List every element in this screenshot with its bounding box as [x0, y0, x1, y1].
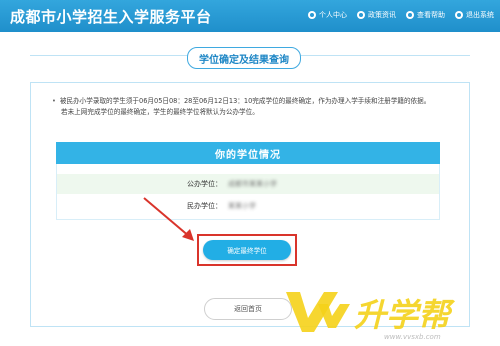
bullet-icon: • — [52, 97, 56, 105]
help-icon — [406, 11, 414, 19]
nav-item-help[interactable]: 查看帮助 — [406, 10, 445, 20]
section-title-tab: 学位确定及结果查询 — [187, 47, 301, 69]
nav-item-policy-news[interactable]: 政策资讯 — [357, 10, 396, 20]
seat-info-header: 你的学位情况 — [56, 142, 440, 164]
top-header-bar: 成都市小学招生入学服务平台 个人中心 政策资讯 查看帮助 退出系统 — [0, 0, 500, 32]
public-school-label: 公办学位： — [187, 180, 222, 188]
nav-item-label: 个人中心 — [319, 11, 347, 19]
top-nav: 个人中心 政策资讯 查看帮助 退出系统 — [308, 10, 494, 20]
watermark-logo-text: 升学帮 — [354, 296, 455, 334]
logout-icon — [455, 11, 463, 19]
nav-item-logout[interactable]: 退出系统 — [455, 10, 494, 20]
watermark-logo: 升学帮 — [286, 292, 455, 334]
news-icon — [357, 11, 365, 19]
watermark-url: www.vvsxb.com — [384, 333, 441, 341]
private-school-value: 某某小学 — [228, 202, 256, 210]
back-home-button[interactable]: 返回首页 — [204, 298, 292, 320]
site-title: 成都市小学招生入学服务平台 — [10, 8, 212, 26]
notice-text: • 被民办小学录取的学生须于06月05日08：28至06月12日13：10完成学位… — [52, 96, 462, 118]
public-school-row: 公办学位： 成都市某某小学 — [57, 174, 439, 194]
notice-line-1: 被民办小学录取的学生须于06月05日08：28至06月12日13：10完成学位的… — [59, 97, 431, 105]
user-icon — [308, 11, 316, 19]
nav-item-label: 退出系统 — [466, 11, 494, 19]
nav-item-label: 政策资讯 — [368, 11, 396, 19]
section-divider-left — [30, 55, 187, 56]
nav-item-label: 查看帮助 — [417, 11, 445, 19]
section-divider-right — [301, 55, 470, 56]
private-school-row: 民办学位： 某某小学 — [57, 196, 439, 216]
confirm-final-seat-button[interactable]: 确定最终学位 — [203, 240, 291, 260]
notice-line-2: 若未上网完成学位的最终确定，学生的最终学位将默认为公办学位。 — [61, 108, 259, 116]
red-arrow-icon — [143, 197, 194, 241]
nav-item-personal-center[interactable]: 个人中心 — [308, 10, 347, 20]
public-school-value: 成都市某某小学 — [228, 180, 277, 188]
